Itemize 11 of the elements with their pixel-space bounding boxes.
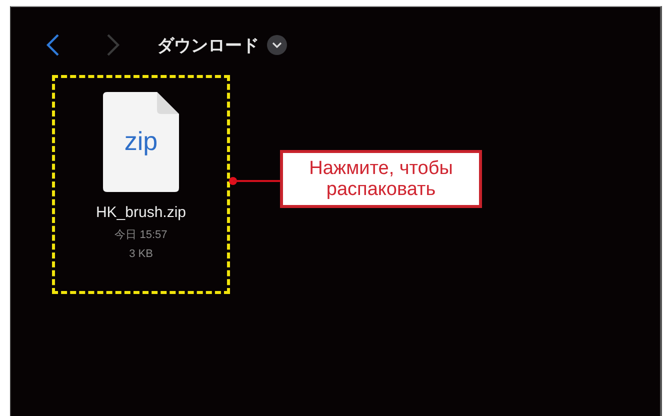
file-item[interactable]: zip HK_brush.zip 今日 15:57 3 KB xyxy=(52,75,230,294)
file-type-label: zip xyxy=(123,126,159,157)
file-name: HK_brush.zip xyxy=(96,204,186,221)
leader-line xyxy=(229,177,280,185)
callout-text: Нажмите, чтобы распаковать xyxy=(280,150,482,208)
file-date: 今日 15:57 xyxy=(114,228,168,242)
file-size: 3 KB xyxy=(129,248,153,260)
dropdown-button[interactable] xyxy=(267,35,287,55)
chevron-down-icon xyxy=(272,42,282,48)
folder-title: ダウンロード xyxy=(157,34,259,56)
document-icon xyxy=(103,92,179,192)
